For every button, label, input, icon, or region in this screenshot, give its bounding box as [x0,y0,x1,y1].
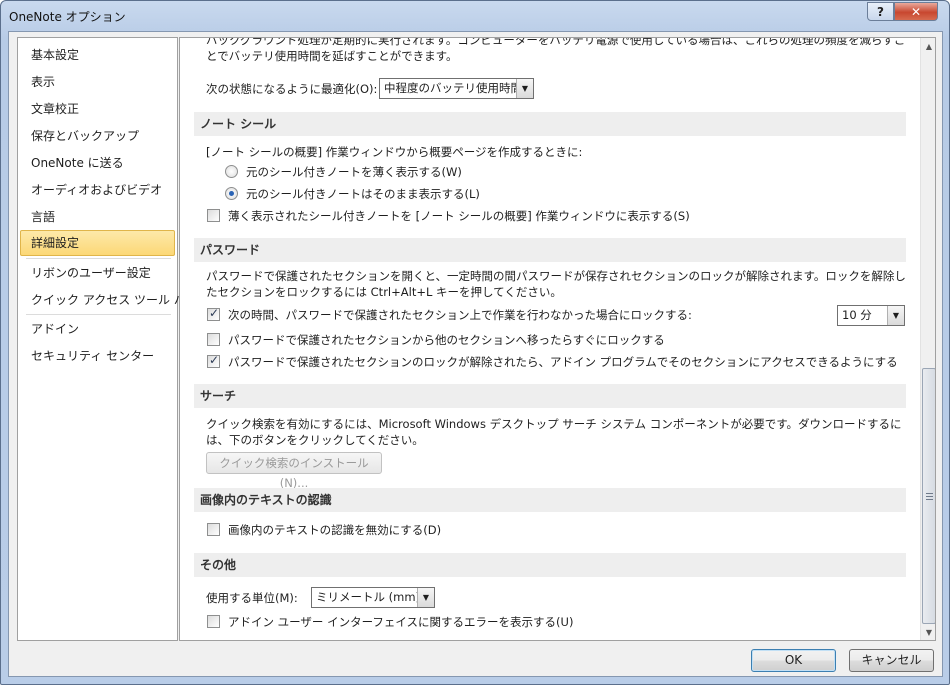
checkbox-lock-on-leave[interactable] [207,333,220,346]
section-header-note-seal: ノート シール [194,112,906,136]
note-seal-intro: [ノート シールの概要] 作業ウィンドウから概要ページを作成するときに: [206,145,583,159]
scroll-up-arrow-icon[interactable]: ▲ [921,38,935,54]
settings-content: バックグラウンド処理が定期的に実行されます。コンピューターをバッテリ電源で使用し… [179,37,936,641]
close-button[interactable]: ✕ [894,2,938,21]
sidebar-divider [26,258,171,259]
lock-time-dropdown-value: 10 分 [842,308,872,322]
sidebar-item-language[interactable]: 言語 [20,204,175,230]
sidebar-item-trust-center[interactable]: セキュリティ センター [20,343,175,369]
checkbox-addin-access-label[interactable]: パスワードで保護されたセクションのロックが解除されたら、アドイン プログラムでそ… [228,354,898,370]
cancel-button[interactable]: キャンセル [849,649,934,672]
section-header-other: その他 [194,553,906,577]
grip-line [926,496,933,497]
grip-line [926,499,933,500]
title-bar: OneNote オプション ? ✕ [1,1,949,31]
sidebar-item-send-to-onenote[interactable]: OneNote に送る [20,150,175,176]
chevron-down-icon: ▼ [887,306,904,325]
ok-button[interactable]: OK [751,649,836,672]
radio-dim-original[interactable] [225,165,238,178]
radio-keep-original-label[interactable]: 元のシール付きノートはそのまま表示する(L) [246,186,480,202]
checkbox-show-dimmed-label[interactable]: 薄く表示されたシール付きノートを [ノート シールの概要] 作業ウィンドウに表示… [228,208,690,224]
units-dropdown[interactable]: ミリメートル (mm) ▼ [311,587,435,608]
category-sidebar: 基本設定 表示 文章校正 保存とバックアップ OneNote に送る オーディオ… [17,37,198,641]
units-dropdown-value: ミリメートル (mm) [316,590,421,604]
checkbox-lock-on-leave-label[interactable]: パスワードで保護されたセクションから他のセクションへ移ったらすぐにロックする [228,332,665,348]
chevron-down-icon: ▼ [516,79,533,98]
section-header-password: パスワード [194,238,906,262]
checkbox-addin-errors-label[interactable]: アドイン ユーザー インターフェイスに関するエラーを表示する(U) [228,614,573,630]
sidebar-item-save-backup[interactable]: 保存とバックアップ [20,123,175,149]
radio-dim-original-label[interactable]: 元のシール付きノートを薄く表示する(W) [246,164,462,180]
sidebar-item-general[interactable]: 基本設定 [20,42,175,68]
scroll-down-arrow-icon[interactable]: ▼ [921,624,935,640]
units-label: 使用する単位(M): [206,591,298,605]
optimize-label: 次の状態になるように最適化(O): [206,82,378,96]
sidebar-item-quick-access-toolbar[interactable]: クイック アクセス ツール バー [20,287,198,313]
sidebar-item-addins[interactable]: アドイン [20,316,175,342]
sidebar-item-audio-video[interactable]: オーディオおよびビデオ [20,177,175,203]
section-header-ocr: 画像内のテキストの認識 [194,488,906,512]
dialog-client: 基本設定 表示 文章校正 保存とバックアップ OneNote に送る オーディオ… [8,31,943,677]
grip-line [926,493,933,494]
help-button[interactable]: ? [867,2,894,21]
search-description: クイック検索を有効にするには、Microsoft Windows デスクトップ … [206,417,902,447]
lock-time-dropdown[interactable]: 10 分 ▼ [837,305,905,326]
sidebar-item-advanced[interactable]: 詳細設定 [20,230,175,256]
radio-keep-original[interactable] [225,187,238,200]
scroll-thumb[interactable] [922,368,935,624]
sidebar-divider [26,314,171,315]
vertical-scrollbar[interactable]: ▲ ▼ [920,38,935,640]
sidebar-item-display[interactable]: 表示 [20,69,175,95]
checkbox-addin-errors[interactable] [207,615,220,628]
checkbox-lock-after-idle-label[interactable]: 次の時間、パスワードで保護されたセクション上で作業を行わなかった場合にロックする… [228,307,692,323]
optimize-dropdown-value: 中程度のバッテリ使用時間 [384,81,522,95]
checkbox-disable-ocr-label[interactable]: 画像内のテキストの認識を無効にする(D) [228,522,441,538]
checkbox-lock-after-idle[interactable] [207,306,220,321]
window-title: OneNote オプション [9,10,126,24]
section-header-search: サーチ [194,384,906,408]
optimize-dropdown[interactable]: 中程度のバッテリ使用時間 ▼ [379,78,534,99]
options-dialog: OneNote オプション ? ✕ 基本設定 表示 文章校正 保存とバックアップ… [0,0,950,685]
sidebar-item-customize-ribbon[interactable]: リボンのユーザー設定 [20,260,175,286]
chevron-down-icon: ▼ [417,588,434,607]
password-description: パスワードで保護されたセクションを開くと、一定時間の間パスワードが保存されセクシ… [206,269,906,299]
sidebar-item-proofing[interactable]: 文章校正 [20,96,175,122]
checkbox-addin-access[interactable] [207,353,220,368]
battery-description: バックグラウンド処理が定期的に実行されます。コンピューターをバッテリ電源で使用し… [206,37,906,63]
checkbox-disable-ocr[interactable] [207,523,220,536]
install-quick-search-button[interactable]: クイック検索のインストール(N)... [206,452,382,490]
checkbox-show-dimmed[interactable] [207,209,220,222]
